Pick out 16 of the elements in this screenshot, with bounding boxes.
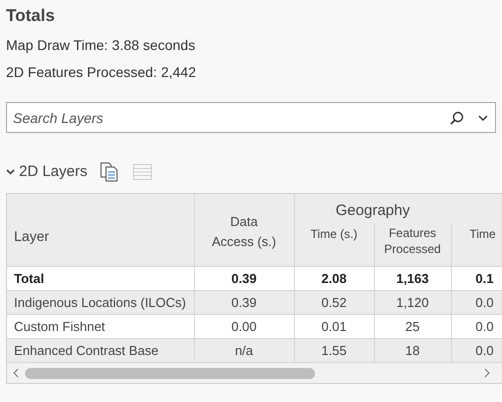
column-group-header: Geography xyxy=(294,194,451,222)
stat-label: 2D Features Processed: xyxy=(6,63,157,82)
search-icon[interactable] xyxy=(450,111,464,125)
stat-value: 2,442 xyxy=(160,63,196,82)
search-field[interactable]: Search Layers xyxy=(6,102,496,133)
totals-heading: Totals xyxy=(6,5,56,27)
scroll-left-icon[interactable] xyxy=(13,368,19,378)
dropdown-caret-icon[interactable] xyxy=(478,114,488,122)
copy-icon[interactable] xyxy=(100,162,118,182)
section-toggle[interactable]: 2D Layers xyxy=(6,160,88,184)
scrollbar-thumb[interactable] xyxy=(25,368,315,378)
stat-value: 3.88 seconds xyxy=(112,36,196,55)
stat-label: Map Draw Time: xyxy=(6,36,108,55)
horizontal-scrollbar[interactable] xyxy=(7,363,502,383)
caret-icon xyxy=(6,169,15,175)
scroll-right-icon[interactable] xyxy=(484,368,490,378)
